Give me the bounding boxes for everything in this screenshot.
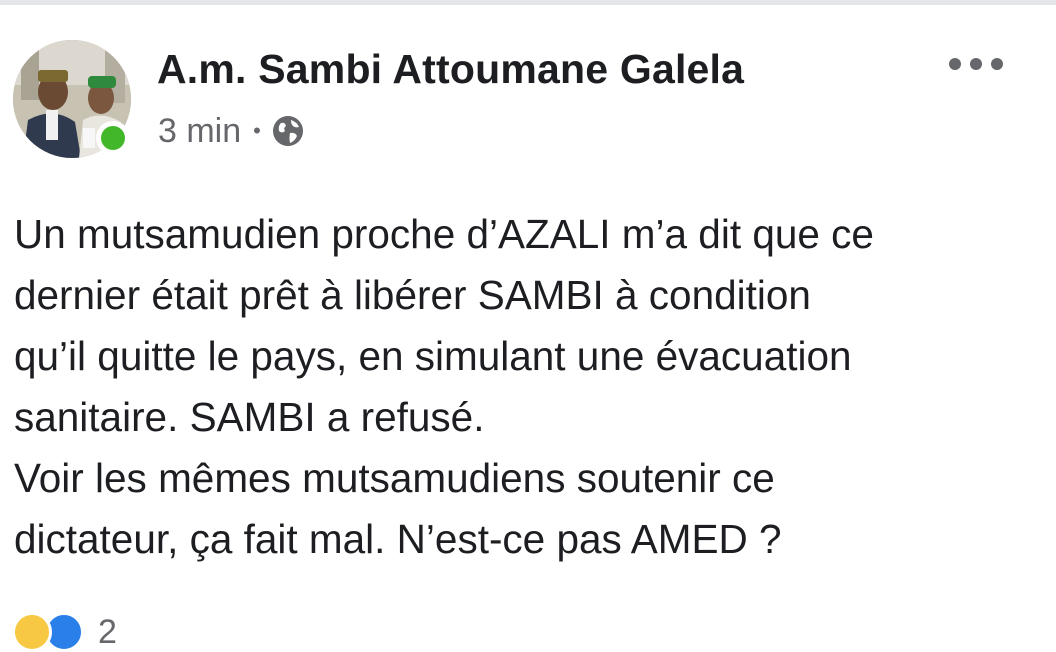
more-dot-icon (949, 58, 961, 70)
post-timestamp[interactable]: 3 min (158, 112, 241, 151)
reaction-summary[interactable]: 2 (12, 612, 117, 652)
more-options-button[interactable] (949, 52, 1003, 76)
author-name[interactable]: A.m. Sambi Attoumane Galela (157, 46, 744, 93)
post-line: qu’il quitte le pays, en simulant une év… (14, 333, 852, 379)
post-meta: 3 min • (158, 112, 305, 151)
post-body: Un mutsamudien proche d’AZALI m’a dit qu… (14, 204, 1044, 570)
post-line: Voir les mêmes mutsamudiens soutenir ce (14, 455, 775, 501)
facebook-post: A.m. Sambi Attoumane Galela 3 min • Un m… (0, 0, 1056, 652)
reaction-count: 2 (98, 612, 117, 651)
more-dot-icon (991, 58, 1003, 70)
post-line: dernier était prêt à libérer SAMBI à con… (14, 272, 811, 318)
more-dot-icon (970, 58, 982, 70)
post-line: Un mutsamudien proche d’AZALI m’a dit qu… (14, 211, 874, 257)
post-line: dictateur, ça fait mal. N’est-ce pas AME… (14, 516, 782, 562)
online-status-indicator (96, 121, 130, 155)
haha-reaction-icon (12, 612, 52, 652)
post-line: sanitaire. SAMBI a refusé. (14, 394, 485, 440)
meta-separator: • (253, 118, 261, 143)
globe-icon[interactable] (271, 114, 305, 148)
